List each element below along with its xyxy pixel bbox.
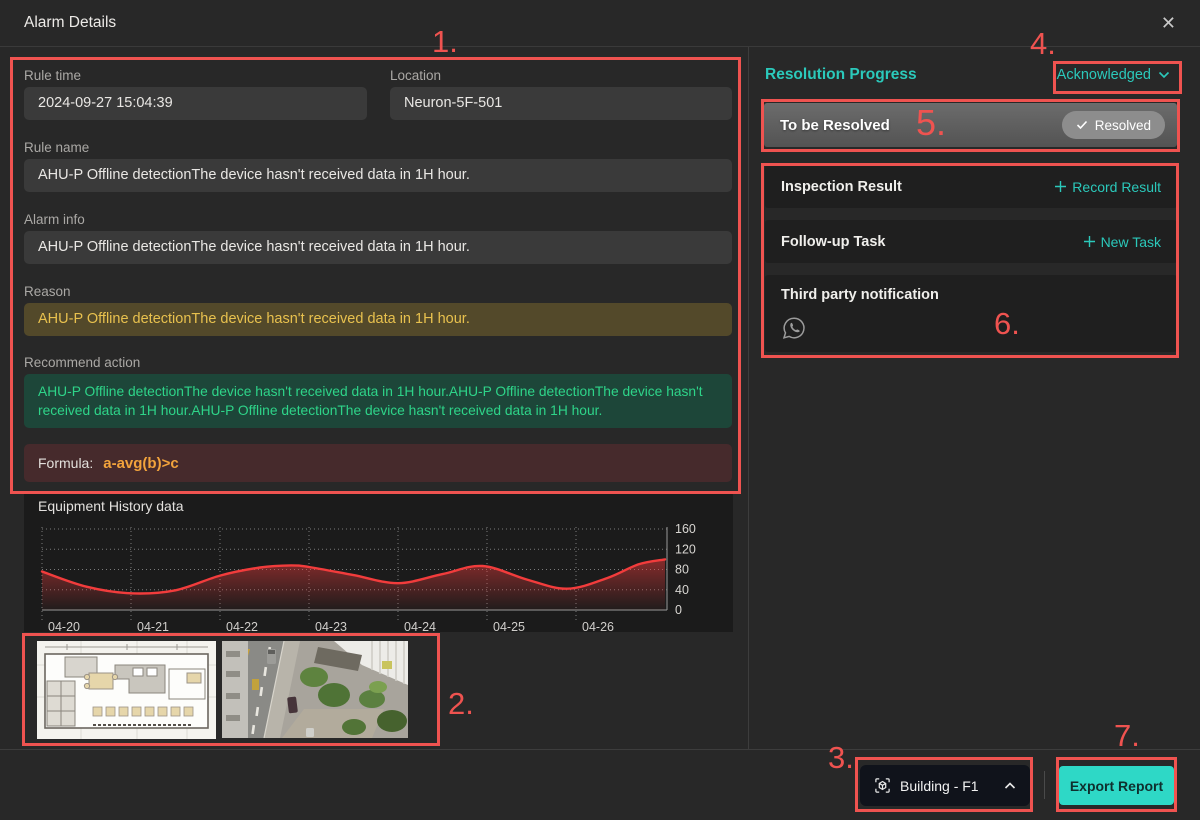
- svg-text:04-24: 04-24: [404, 620, 436, 634]
- reason-label: Reason: [24, 284, 732, 299]
- location-label: Location: [390, 68, 732, 83]
- plus-icon: [1054, 180, 1067, 193]
- history-chart-svg: 0 40 80 120 160 04-20 04-21 04-22 04-23 04-24 04-2…: [24, 514, 724, 636]
- building-floor-value: Building - F1: [900, 778, 979, 794]
- third-party-notification-label: Third party notification: [781, 287, 939, 303]
- svg-text:04-26: 04-26: [582, 620, 614, 634]
- street-camera-thumbnail[interactable]: [222, 641, 408, 738]
- rule-name-input[interactable]: AHU-P Offline detectionThe device hasn't…: [24, 159, 732, 192]
- equipment-history-card: Equipment History data 0 40 80 120 160 04-20 0…: [24, 492, 733, 632]
- svg-text:04-25: 04-25: [493, 620, 525, 634]
- svg-text:04-23: 04-23: [315, 620, 347, 634]
- alarm-details-dialog: Alarm Details ✕ Rule time 2024-09-27 15:…: [0, 0, 1200, 820]
- record-result-button[interactable]: Record Result: [1054, 179, 1161, 195]
- status-dropdown[interactable]: Acknowledged: [1057, 67, 1170, 83]
- recommend-action-field: Recommend action AHU-P Offline detection…: [24, 355, 732, 428]
- reason-field: Reason AHU-P Offline detectionThe device…: [24, 284, 732, 336]
- export-report-button[interactable]: Export Report: [1059, 766, 1174, 805]
- status-dropdown-value: Acknowledged: [1057, 67, 1151, 83]
- street-camera-image: [222, 641, 408, 738]
- plus-icon: [1083, 235, 1096, 248]
- close-icon[interactable]: ✕: [1161, 0, 1176, 46]
- alarm-info-input[interactable]: AHU-P Offline detectionThe device hasn't…: [24, 231, 732, 264]
- formula-field: Formula: a-avg(b)>c: [24, 444, 732, 482]
- annotation-label-2: 2.: [448, 686, 474, 722]
- floor-plan-thumbnail[interactable]: [37, 641, 216, 739]
- rule-name-label: Rule name: [24, 140, 732, 155]
- follow-up-task-card: Follow-up Task New Task: [765, 220, 1177, 263]
- panel-divider: [748, 47, 749, 749]
- inspection-result-label: Inspection Result: [781, 179, 902, 195]
- footer-divider: [0, 749, 1200, 750]
- svg-text:120: 120: [675, 542, 696, 556]
- resolved-button[interactable]: Resolved: [1062, 111, 1165, 139]
- location-input[interactable]: Neuron-5F-501: [390, 87, 732, 120]
- whatsapp-icon[interactable]: [781, 315, 807, 341]
- rule-time-input[interactable]: 2024-09-27 15:04:39: [24, 87, 367, 120]
- svg-text:40: 40: [675, 583, 689, 597]
- record-result-label: Record Result: [1072, 179, 1161, 195]
- resolved-button-label: Resolved: [1095, 118, 1151, 133]
- formula-label: Formula:: [38, 455, 93, 471]
- floor-plan-image: [37, 641, 216, 739]
- to-be-resolved-label: To be Resolved: [780, 117, 890, 134]
- scan-cube-icon: [874, 777, 891, 794]
- annotation-label-3: 3.: [828, 740, 854, 776]
- to-be-resolved-bar: To be Resolved Resolved: [764, 103, 1177, 147]
- recommend-action-value: AHU-P Offline detectionThe device hasn't…: [24, 374, 732, 428]
- svg-text:80: 80: [675, 563, 689, 577]
- alarm-info-field: Alarm info AHU-P Offline detectionThe de…: [24, 212, 732, 264]
- svg-text:160: 160: [675, 522, 696, 536]
- svg-text:04-22: 04-22: [226, 620, 258, 634]
- rule-name-field: Rule name AHU-P Offline detectionThe dev…: [24, 140, 732, 192]
- svg-text:0: 0: [675, 603, 682, 617]
- dialog-header: Alarm Details ✕: [0, 0, 1200, 47]
- reason-value: AHU-P Offline detectionThe device hasn't…: [24, 303, 732, 336]
- svg-text:04-21: 04-21: [137, 620, 169, 634]
- resolution-progress-title: Resolution Progress: [765, 66, 917, 84]
- new-task-label: New Task: [1101, 234, 1161, 250]
- recommend-action-label: Recommend action: [24, 355, 732, 370]
- building-floor-selector[interactable]: Building - F1: [860, 765, 1030, 806]
- location-field: Location Neuron-5F-501: [390, 68, 732, 120]
- page-title: Alarm Details: [24, 0, 116, 46]
- third-party-notification-card: Third party notification: [765, 275, 1177, 352]
- chart-title: Equipment History data: [38, 498, 184, 514]
- svg-text:04-20: 04-20: [48, 620, 80, 634]
- rule-time-label: Rule time: [24, 68, 367, 83]
- alarm-info-label: Alarm info: [24, 212, 732, 227]
- footer-separator: [1044, 771, 1045, 799]
- formula-value: a-avg(b)>c: [103, 455, 178, 472]
- new-task-button[interactable]: New Task: [1083, 234, 1161, 250]
- rule-time-field: Rule time 2024-09-27 15:04:39: [24, 68, 367, 120]
- check-icon: [1076, 120, 1088, 130]
- follow-up-task-label: Follow-up Task: [781, 234, 885, 250]
- inspection-result-card: Inspection Result Record Result: [765, 165, 1177, 208]
- annotation-box-1: [10, 57, 741, 494]
- chevron-up-icon: [1004, 782, 1016, 790]
- chevron-down-icon: [1158, 71, 1170, 79]
